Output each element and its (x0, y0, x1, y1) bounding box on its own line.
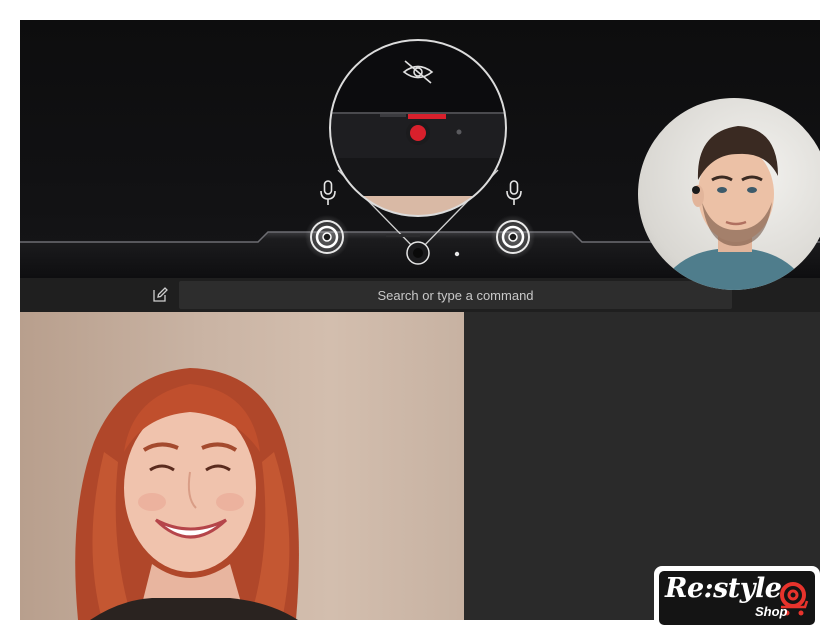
privacy-shutter-red-bar (408, 114, 446, 119)
mic-ring-right (491, 215, 535, 259)
participant-video-man (658, 126, 810, 290)
participant-video-tile-main (20, 312, 464, 620)
compose-icon[interactable] (151, 286, 169, 304)
search-input[interactable]: Search or type a command (179, 281, 732, 309)
search-placeholder: Search or type a command (377, 287, 534, 303)
participant-avatar-man[interactable] (638, 98, 820, 290)
brand-logo: Re:style Shop (654, 566, 820, 630)
microphone-icon-right (506, 180, 522, 205)
brand-logo-subtext: Shop (755, 604, 788, 619)
camera-shutter-red (410, 125, 426, 141)
indicator-led (454, 251, 460, 257)
microphone-icon-left (320, 180, 336, 205)
participant-video-woman (75, 368, 299, 620)
earbud-icon (692, 186, 700, 194)
mic-ring-left (305, 215, 349, 259)
brand-logo-text: Re:style (665, 573, 782, 604)
camera-lens-small-core (413, 248, 423, 258)
app-window: Search or type a command (20, 20, 820, 620)
